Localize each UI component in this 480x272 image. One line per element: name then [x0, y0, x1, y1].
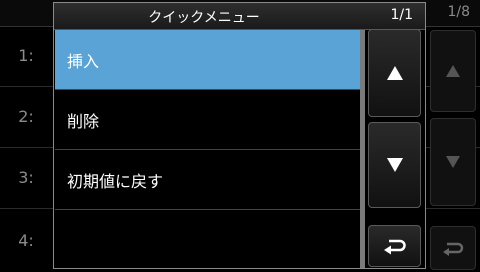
triangle-up-icon — [386, 66, 403, 80]
return-arrow-icon — [443, 242, 464, 256]
dialog-title: クイックメニュー — [148, 10, 260, 26]
dialog-page-indicator: 1/1 — [390, 7, 413, 23]
menu-item-label: 削除 — [67, 111, 100, 131]
background-up-button — [430, 30, 476, 112]
background-page-indicator: 1/8 — [447, 4, 470, 20]
background-down-button — [430, 118, 476, 206]
menu-item-insert[interactable]: 挿入 — [55, 30, 360, 90]
background-row-number: 4: — [18, 231, 34, 250]
menu-item-reset-default[interactable]: 初期値に戻す — [55, 150, 360, 210]
menu-item-delete[interactable]: 削除 — [55, 90, 360, 150]
triangle-up-icon — [446, 65, 460, 77]
triangle-down-icon — [386, 158, 403, 172]
scrollbar[interactable] — [360, 30, 365, 268]
menu-item-label: 初期値に戻す — [67, 171, 164, 191]
background-row-number: 1: — [18, 46, 34, 65]
return-arrow-icon — [383, 239, 406, 255]
background-back-button — [430, 226, 476, 270]
background-row-number: 2: — [18, 107, 34, 126]
scroll-down-button[interactable] — [368, 122, 421, 208]
menu-item-empty — [55, 210, 360, 270]
dialog-header: クイックメニュー 1/1 — [54, 3, 425, 30]
scroll-up-button[interactable] — [368, 29, 421, 117]
menu-item-label: 挿入 — [67, 51, 100, 71]
quick-menu-dialog: クイックメニュー 1/1 挿入 削除 初期値に戻す — [53, 2, 426, 269]
background-row-number: 3: — [18, 168, 34, 187]
back-button[interactable] — [368, 225, 421, 267]
triangle-down-icon — [446, 156, 460, 168]
